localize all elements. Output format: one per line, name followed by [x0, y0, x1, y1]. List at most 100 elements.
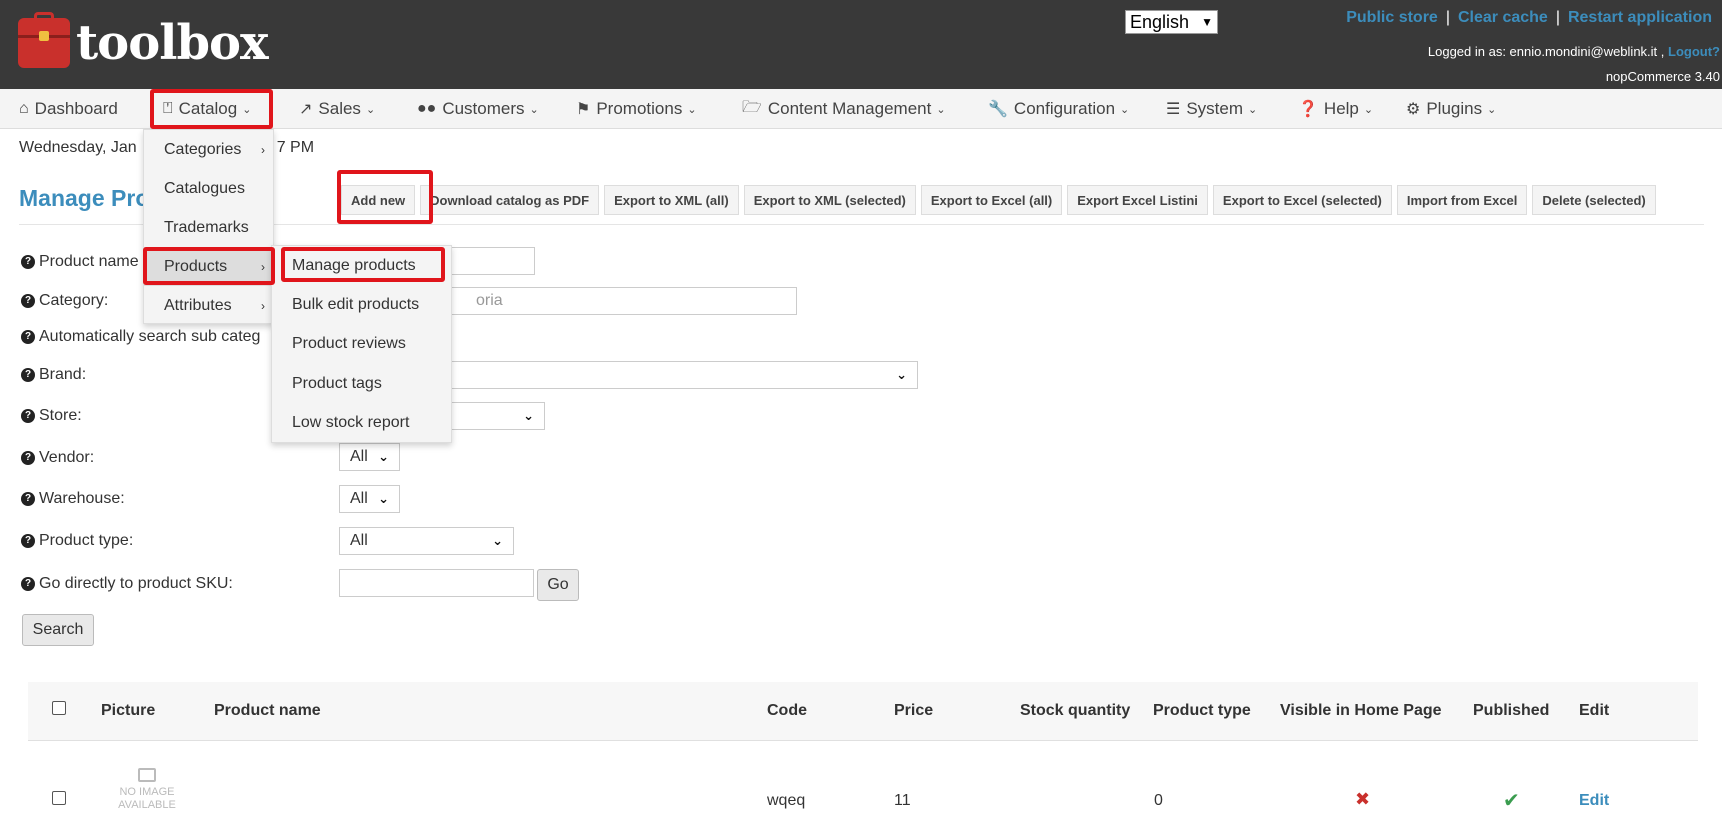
- toolbar: Add new Download catalog as PDF Export t…: [341, 185, 1656, 215]
- go-button[interactable]: Go: [537, 569, 579, 601]
- menu-item-attributes[interactable]: Attributes ›: [144, 286, 275, 325]
- help-icon: ?: [21, 451, 35, 465]
- not-visible-icon: ✖: [1355, 789, 1371, 809]
- nav-plugins-label: Plugins: [1426, 99, 1483, 118]
- date-suffix: 7 PM: [276, 139, 315, 156]
- basket-icon: ⍞: [163, 100, 173, 117]
- nav-customers[interactable]: ●● Customers ⌄: [417, 89, 539, 129]
- nav-customers-label: Customers: [442, 99, 525, 118]
- export-excel-listini-button[interactable]: Export Excel Listini: [1067, 185, 1208, 215]
- col-product-name: Product name: [214, 702, 321, 719]
- nav-dashboard[interactable]: ⌂ Dashboard: [19, 89, 118, 129]
- chevron-down-icon: ⌄: [1248, 103, 1258, 116]
- menu-item-product-tags[interactable]: Product tags: [272, 364, 453, 403]
- export-xml-selected-button[interactable]: Export to XML (selected): [743, 185, 916, 215]
- product-type-select[interactable]: All ⌄: [339, 527, 514, 555]
- warehouse-select[interactable]: All ⌄: [339, 485, 400, 513]
- date-prefix: Wednesday, Jan: [19, 139, 137, 156]
- version-label: nopCommerce 3.40: [1605, 69, 1720, 84]
- col-visible-home: Visible in Home Page: [1280, 702, 1442, 719]
- product-name-label: ? Product name: [21, 253, 139, 271]
- import-excel-button[interactable]: Import from Excel: [1396, 185, 1528, 215]
- chevron-down-icon: ⌄: [1363, 103, 1374, 116]
- search-button[interactable]: Search: [22, 614, 94, 646]
- help-icon: ?: [21, 368, 35, 382]
- nav-system[interactable]: ☰ System ⌄: [1166, 89, 1257, 129]
- menu-item-catalogues[interactable]: Catalogues: [144, 169, 275, 208]
- nav-sales[interactable]: ↗ Sales ⌄: [299, 89, 375, 129]
- nav-configuration-label: Configuration: [1013, 99, 1116, 118]
- public-store-link[interactable]: Public store: [1346, 9, 1438, 27]
- home-icon: ⌂: [19, 100, 29, 117]
- tags-icon: ⚑: [576, 101, 591, 118]
- nav-help[interactable]: ❓ Help ⌄: [1298, 89, 1373, 129]
- category-input[interactable]: oria: [395, 287, 797, 315]
- nav-content-management[interactable]: 🗁 Content Management ⌄: [742, 89, 946, 129]
- export-excel-selected-button[interactable]: Export to Excel (selected): [1212, 185, 1392, 215]
- chevron-right-icon: ›: [261, 298, 265, 313]
- menu-item-trademarks[interactable]: Trademarks: [144, 208, 275, 247]
- clear-cache-link[interactable]: Clear cache: [1458, 9, 1548, 27]
- warehouse-label: ? Warehouse:: [21, 490, 125, 508]
- col-picture: Picture: [101, 702, 156, 719]
- menu-item-low-stock[interactable]: Low stock report: [272, 403, 453, 442]
- chevron-down-icon: ⌄: [1487, 103, 1497, 116]
- help-icon: ?: [21, 534, 35, 548]
- logo-text: toolbox: [76, 15, 269, 71]
- logout-link[interactable]: Logout?: [1668, 44, 1720, 59]
- col-price: Price: [894, 702, 934, 719]
- chevron-down-icon: ⌄: [242, 103, 252, 116]
- export-excel-all-button[interactable]: Export to Excel (all): [920, 185, 1063, 215]
- store-label: ? Store:: [21, 407, 82, 425]
- menu-item-manage-products[interactable]: Manage products: [272, 246, 453, 285]
- nav-system-label: System: [1186, 99, 1244, 118]
- toolbox-icon: [18, 12, 70, 68]
- col-code: Code: [767, 702, 807, 719]
- language-select[interactable]: English ▼: [1125, 10, 1218, 34]
- vendor-value: All: [350, 448, 368, 465]
- wrench-icon: 🔧: [988, 101, 1008, 118]
- toolbox-logo[interactable]: toolbox: [18, 12, 269, 71]
- menu-item-products[interactable]: Products ›: [144, 247, 275, 286]
- nav-catalog[interactable]: ⍞ Catalog ⌄: [163, 89, 251, 129]
- menu-item-categories[interactable]: Categories ›: [144, 130, 275, 169]
- page-title: Manage Pro: [19, 185, 150, 211]
- separator: |: [1555, 9, 1560, 26]
- cogs-icon: ⚙: [1406, 101, 1421, 118]
- delete-selected-button[interactable]: Delete (selected): [1532, 185, 1656, 215]
- sku-input[interactable]: [339, 569, 534, 597]
- nav-content-label: Content Management: [767, 99, 932, 118]
- vendor-select[interactable]: All ⌄: [339, 443, 400, 471]
- chevron-down-icon: ⌄: [492, 533, 503, 548]
- table-header: Picture Product name Code Price Stock qu…: [28, 682, 1698, 741]
- select-all-checkbox[interactable]: [52, 701, 66, 715]
- menu-item-bulk-edit[interactable]: Bulk edit products: [272, 285, 453, 324]
- product-type-value: All: [350, 532, 368, 549]
- help-icon: ?: [21, 577, 35, 591]
- published-check-icon: ✔: [1503, 790, 1520, 812]
- menu-item-product-reviews[interactable]: Product reviews: [272, 324, 453, 363]
- catalog-dropdown: Categories › Catalogues Trademarks Produ…: [143, 129, 275, 325]
- top-links: Public store | Clear cache | Restart app…: [1346, 9, 1712, 27]
- download-pdf-button[interactable]: Download catalog as PDF: [420, 185, 600, 215]
- help-icon: ?: [21, 330, 35, 344]
- brand-select[interactable]: ⌄: [395, 361, 918, 389]
- edit-link[interactable]: Edit: [1579, 792, 1609, 810]
- chevron-right-icon: ›: [261, 142, 265, 157]
- nav-plugins[interactable]: ⚙ Plugins ⌄: [1406, 89, 1496, 129]
- chevron-down-icon: ⌄: [936, 103, 946, 116]
- chevron-down-icon: ⌄: [687, 103, 697, 116]
- add-new-button[interactable]: Add new: [341, 185, 416, 215]
- export-xml-all-button[interactable]: Export to XML (all): [604, 185, 739, 215]
- chevron-down-icon: ⌄: [365, 103, 376, 116]
- nav-configuration[interactable]: 🔧 Configuration ⌄: [988, 89, 1129, 129]
- row-stock: 0: [1154, 792, 1163, 809]
- warehouse-value: All: [350, 490, 368, 507]
- category-placeholder: oria: [476, 292, 503, 309]
- restart-application-link[interactable]: Restart application: [1568, 9, 1712, 27]
- row-code: wqeq: [767, 792, 806, 809]
- row-checkbox[interactable]: [52, 791, 66, 805]
- chevron-right-icon: ›: [261, 259, 265, 274]
- nav-promotions[interactable]: ⚑ Promotions ⌄: [576, 89, 697, 129]
- users-icon: ●●: [417, 100, 437, 117]
